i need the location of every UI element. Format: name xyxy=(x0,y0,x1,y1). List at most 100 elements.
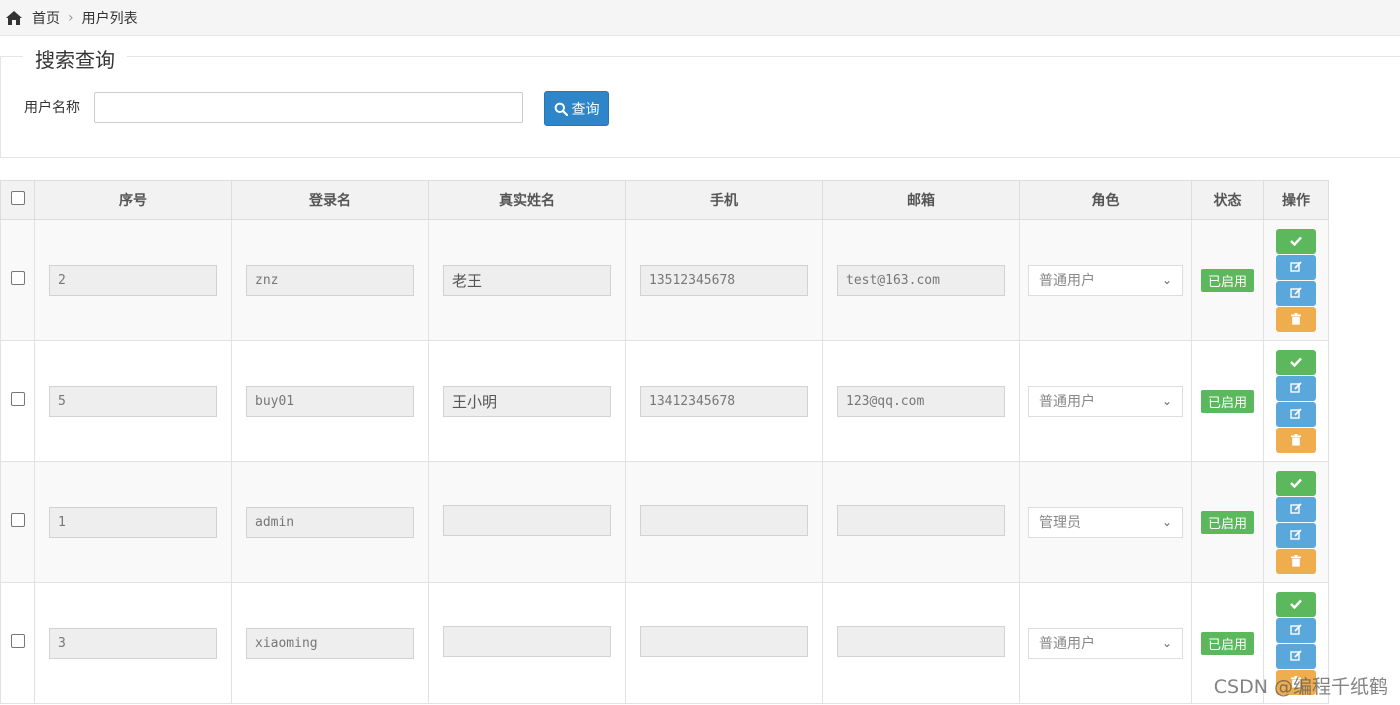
edit-button[interactable] xyxy=(1276,496,1316,522)
table-row: 1 admin 管理员 ⌄ 已启用 xyxy=(0,461,1329,583)
edit-icon xyxy=(1290,624,1302,635)
role-cell: 普通用户 ⌄ xyxy=(1019,340,1192,462)
row-checkbox[interactable] xyxy=(10,634,25,648)
login-name-field[interactable]: xiaoming xyxy=(246,627,414,659)
edit-button[interactable] xyxy=(1276,401,1316,427)
search-button[interactable]: 查询 xyxy=(544,91,609,126)
login-cell: xiaoming xyxy=(231,582,429,704)
row-actions xyxy=(1264,470,1328,574)
email-cell xyxy=(822,582,1020,704)
role-select[interactable]: 普通用户 ⌄ xyxy=(1028,264,1183,296)
watermark: CSDN @编程千纸鹤 xyxy=(1213,676,1388,698)
edit-button[interactable] xyxy=(1276,280,1316,306)
trash-icon xyxy=(1291,434,1301,446)
name-cell: 王小明 xyxy=(428,340,626,462)
row-checkbox[interactable] xyxy=(10,392,25,406)
real-name-field[interactable] xyxy=(443,625,611,657)
status-badge: 已启用 xyxy=(1200,631,1254,655)
row-select-cell xyxy=(0,219,35,341)
search-icon xyxy=(554,102,568,116)
login-cell: admin xyxy=(231,461,429,583)
edit-button[interactable] xyxy=(1276,643,1316,669)
chevron-down-icon: ⌄ xyxy=(1161,515,1172,529)
role-select[interactable]: 管理员 ⌄ xyxy=(1028,506,1183,538)
id-field[interactable]: 3 xyxy=(49,627,217,659)
edit-icon xyxy=(1290,529,1302,540)
enable-button[interactable] xyxy=(1276,591,1316,617)
user-table-wrapper: 序号 登录名 真实姓名 手机 邮箱 角色 状态 操作 2 znz 老王 1351… xyxy=(0,180,1329,704)
login-name-field[interactable]: buy01 xyxy=(246,385,414,417)
phone-field[interactable] xyxy=(640,504,808,536)
email-field[interactable]: 123@qq.com xyxy=(837,385,1005,417)
username-label: 用户名称 xyxy=(24,100,80,116)
row-select-cell xyxy=(0,461,35,583)
col-header-name: 真实姓名 xyxy=(428,180,626,220)
real-name-field[interactable] xyxy=(443,504,611,536)
check-icon xyxy=(1290,236,1302,246)
name-cell xyxy=(428,461,626,583)
phone-field[interactable]: 13512345678 xyxy=(640,264,808,296)
trash-icon xyxy=(1291,555,1301,567)
role-cell: 普通用户 ⌄ xyxy=(1019,582,1192,704)
table-header-row: 序号 登录名 真实姓名 手机 邮箱 角色 状态 操作 xyxy=(0,180,1329,220)
email-cell: 123@qq.com xyxy=(822,340,1020,462)
select-all-header xyxy=(0,180,35,220)
enable-button[interactable] xyxy=(1276,349,1316,375)
row-actions xyxy=(1264,349,1328,453)
user-table: 序号 登录名 真实姓名 手机 邮箱 角色 状态 操作 2 znz 老王 1351… xyxy=(0,180,1329,704)
edit-button[interactable] xyxy=(1276,375,1316,401)
real-name-field[interactable]: 王小明 xyxy=(443,385,611,417)
real-name-field[interactable]: 老王 xyxy=(443,264,611,296)
edit-icon xyxy=(1290,382,1302,393)
delete-button[interactable] xyxy=(1276,548,1316,574)
name-cell xyxy=(428,582,626,704)
phone-cell: 13412345678 xyxy=(625,340,823,462)
phone-field[interactable]: 13412345678 xyxy=(640,385,808,417)
role-select-value: 普通用户 xyxy=(1039,636,1095,652)
role-select-value: 管理员 xyxy=(1039,515,1081,531)
edit-button[interactable] xyxy=(1276,254,1316,280)
id-cell: 3 xyxy=(34,582,232,704)
email-field[interactable] xyxy=(837,504,1005,536)
check-icon xyxy=(1290,357,1302,367)
email-field[interactable] xyxy=(837,625,1005,657)
id-field[interactable]: 2 xyxy=(49,264,217,296)
delete-button[interactable] xyxy=(1276,306,1316,332)
enable-button[interactable] xyxy=(1276,228,1316,254)
table-row: 5 buy01 王小明 13412345678 123@qq.com 普通用户 ⌄… xyxy=(0,340,1329,462)
col-header-login: 登录名 xyxy=(231,180,429,220)
edit-button[interactable] xyxy=(1276,617,1316,643)
name-cell: 老王 xyxy=(428,219,626,341)
login-name-field[interactable]: znz xyxy=(246,264,414,296)
id-field[interactable]: 5 xyxy=(49,385,217,417)
login-cell: znz xyxy=(231,219,429,341)
col-header-actions: 操作 xyxy=(1263,180,1329,220)
status-cell: 已启用 xyxy=(1191,219,1264,341)
phone-field[interactable] xyxy=(640,625,808,657)
enable-button[interactable] xyxy=(1276,470,1316,496)
id-cell: 2 xyxy=(34,219,232,341)
username-search-input[interactable] xyxy=(94,92,523,123)
home-icon[interactable] xyxy=(4,8,24,28)
edit-button[interactable] xyxy=(1276,522,1316,548)
row-checkbox[interactable] xyxy=(10,271,25,285)
role-select[interactable]: 普通用户 ⌄ xyxy=(1028,627,1183,659)
select-all-checkbox[interactable] xyxy=(10,191,25,205)
edit-icon xyxy=(1290,503,1302,514)
role-select[interactable]: 普通用户 ⌄ xyxy=(1028,385,1183,417)
email-cell xyxy=(822,461,1020,583)
email-field[interactable]: test@163.com xyxy=(837,264,1005,296)
role-select-value: 普通用户 xyxy=(1039,394,1095,410)
col-header-phone: 手机 xyxy=(625,180,823,220)
search-legend: 搜索查询 xyxy=(23,44,127,73)
edit-icon xyxy=(1290,650,1302,661)
delete-button[interactable] xyxy=(1276,427,1316,453)
login-name-field[interactable]: admin xyxy=(246,506,414,538)
id-field[interactable]: 1 xyxy=(49,506,217,538)
email-cell: test@163.com xyxy=(822,219,1020,341)
breadcrumb-current: 用户列表 xyxy=(81,10,138,27)
table-row: 2 znz 老王 13512345678 test@163.com 普通用户 ⌄ … xyxy=(0,219,1329,341)
row-checkbox[interactable] xyxy=(10,513,25,527)
actions-cell xyxy=(1263,461,1329,583)
breadcrumb-home[interactable]: 首页 xyxy=(32,8,60,28)
